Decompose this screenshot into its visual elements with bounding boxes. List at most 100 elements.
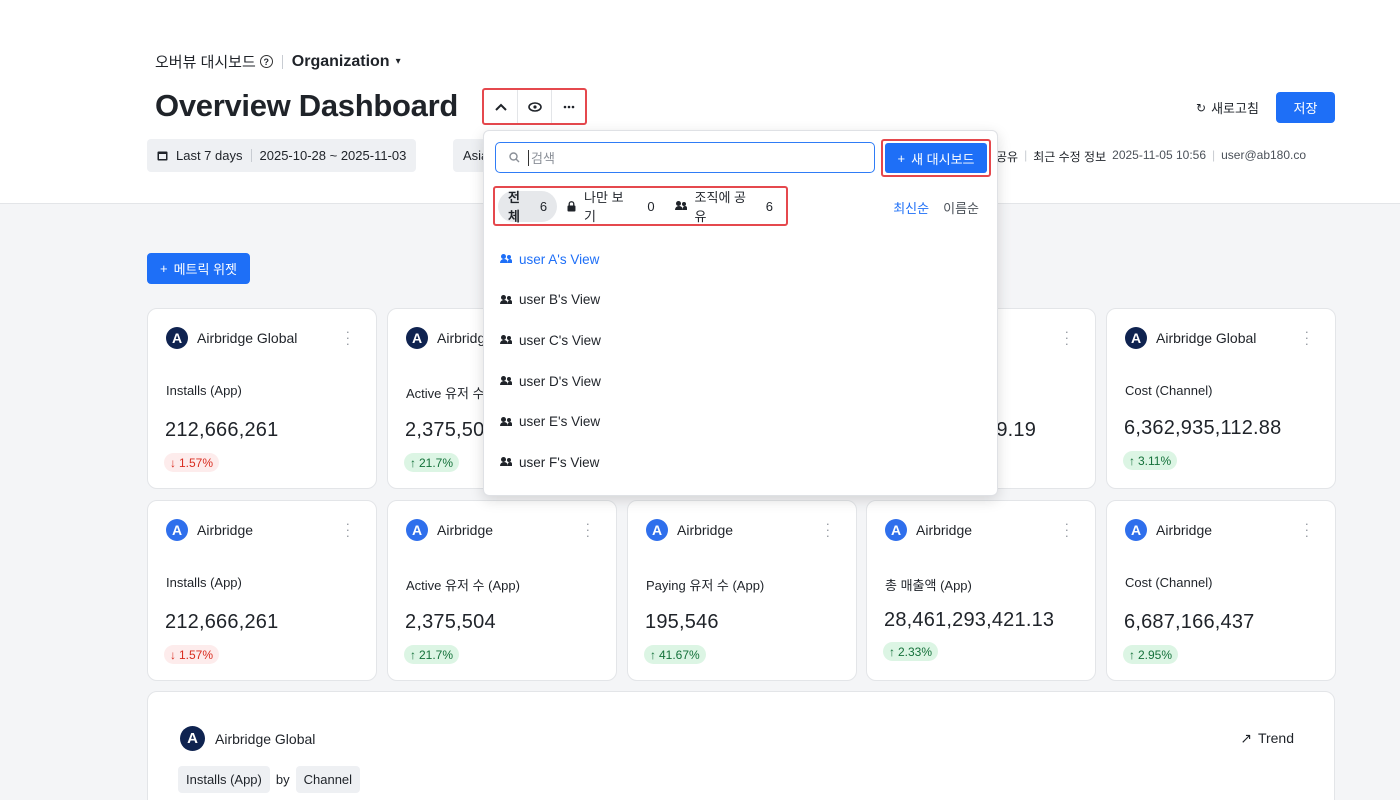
metric-card[interactable]: A Airbridge · · · Installs (App) 212,666,2… [147, 500, 377, 681]
card-header: A Airbridge Global [1125, 327, 1256, 349]
card-app-name: Airbridge [916, 522, 973, 538]
card-value: 212,666,261 [165, 419, 279, 441]
card-header: A Airbridge Global [180, 726, 315, 751]
tab-count: 6 [765, 198, 773, 214]
card-value: 195,546 [645, 611, 719, 633]
airbridge-logo-icon: A [406, 327, 428, 349]
card-app-name: Airbridg [437, 330, 486, 346]
new-dashboard-button[interactable]: + 새 대시보드 [885, 143, 987, 173]
title-actions [482, 88, 587, 125]
more-vertical-icon[interactable]: · · · [586, 517, 590, 542]
metric-card[interactable]: A Airbridge · · · Cost (Channel) 6,687,166… [1106, 500, 1336, 681]
collapse-button[interactable] [484, 90, 517, 123]
tab-all[interactable]: 전체 6 [498, 190, 558, 224]
list-item[interactable]: user E's View [500, 401, 980, 442]
metric-card[interactable]: A Airbridge · · · Active 유저 수 (App) 2,375,… [387, 500, 617, 681]
card-app-name: Airbridge [197, 522, 254, 538]
change-badge: ↑ 2.33% [883, 642, 939, 661]
view-name: user B's View [519, 292, 601, 308]
sort-name[interactable]: 이름순 [943, 198, 979, 217]
chevron-down-icon[interactable]: ▾ [396, 56, 401, 67]
more-vertical-icon[interactable]: · · · [1305, 517, 1309, 542]
change-badge: ↓ 1.57% [164, 645, 220, 664]
change-value: 2.33% [898, 644, 933, 659]
tab-label: 조직에 공유 [694, 190, 746, 224]
more-vertical-icon[interactable]: · · · [346, 517, 350, 542]
plus-icon: + [897, 150, 906, 166]
metric-card[interactable]: A Airbridge · · · Paying 유저 수 (App) 195,54… [627, 500, 857, 681]
card-app-name: Airbridge [1156, 522, 1213, 538]
dashboard-list-popover: 검색 + 새 대시보드 전체 6 나만 보기 0 조직에 공유 6 최신순 이름… [483, 130, 998, 496]
change-value: 21.7% [419, 455, 454, 470]
trend-card[interactable]: A Airbridge Global ↗ Trend Installs (App… [147, 691, 1335, 800]
list-item[interactable]: user F's View [500, 442, 980, 483]
new-dashboard-highlight: + 새 대시보드 [881, 139, 991, 177]
list-item[interactable]: user B's View [500, 280, 980, 321]
search-input[interactable]: 검색 [495, 142, 875, 173]
change-value: 21.7% [419, 647, 454, 662]
card-app-name: Airbridge Global [197, 330, 298, 346]
list-item[interactable]: user A's View [500, 239, 980, 280]
search-placeholder: 검색 [531, 151, 555, 166]
question-circle-icon[interactable]: ? [259, 55, 273, 68]
view-name: user C's View [519, 332, 601, 348]
divider: | [1024, 148, 1028, 162]
date-range-dates: 2025-10-28 ~ 2025-11-03 [259, 148, 407, 163]
card-app-name: Airbridge Global [1156, 330, 1257, 346]
card-header: A Airbridg [406, 327, 485, 349]
page-title: Overview Dashboard [155, 88, 458, 123]
change-badge: ↑ 3.11% [1123, 451, 1178, 470]
card-metric-name: Cost (Channel) [1125, 383, 1213, 398]
arrow-up-icon: ↑ [889, 644, 895, 659]
card-metric-name: Active 유저 수 [406, 386, 485, 401]
people-icon [500, 294, 512, 305]
view-button[interactable] [517, 90, 551, 123]
change-value: 3.11% [1138, 453, 1172, 468]
divider [281, 54, 283, 69]
sort-recent[interactable]: 최신순 [893, 198, 929, 217]
more-vertical-icon[interactable]: · · · [346, 325, 350, 350]
card-metric-name: 총 매출액 (App) [885, 578, 972, 593]
org-selector[interactable]: Organization [292, 53, 390, 71]
arrow-up-icon: ↑ [1129, 453, 1135, 468]
date-range-filter[interactable]: Last 7 days 2025-10-28 ~ 2025-11-03 [147, 139, 417, 172]
tab-private[interactable]: 나만 보기 0 [557, 190, 665, 224]
trend-arrow-icon: ↗ [1240, 730, 1252, 746]
list-item[interactable]: user C's View [500, 320, 980, 361]
airbridge-logo-icon: A [646, 519, 668, 541]
people-icon [500, 376, 512, 386]
airbridge-logo-icon: A [166, 327, 188, 349]
list-item[interactable]: user D's View [500, 361, 980, 402]
trend-text: Trend [1257, 730, 1294, 746]
divider: | [1212, 148, 1216, 162]
sort-options: 최신순 이름순 [893, 198, 979, 217]
tab-shared[interactable]: 조직에 공유 6 [665, 190, 783, 224]
arrow-up-icon: ↑ [1129, 647, 1135, 662]
breadcrumb-title: 오버뷰 대시보드 [155, 54, 256, 71]
more-vertical-icon[interactable]: · · · [826, 517, 830, 542]
refresh-icon: ↻ [1196, 100, 1207, 115]
metric-card[interactable]: A Airbridge Global · · · Installs (App) 21… [147, 308, 377, 489]
metric-card[interactable]: A Airbridge Global · · · Cost (Channel) 6,… [1106, 308, 1336, 489]
card-metric-name: Paying 유저 수 (App) [646, 578, 765, 593]
new-dashboard-label: 새 대시보드 [911, 151, 975, 167]
arrow-up-icon: ↑ [650, 647, 656, 662]
card-header: A Airbridge [406, 519, 493, 541]
airbridge-logo-icon: A [885, 519, 907, 541]
more-vertical-icon[interactable]: · · · [1305, 325, 1309, 350]
refresh-button[interactable]: ↻ 새로고침 [1196, 98, 1259, 117]
lock-icon [567, 200, 576, 211]
more-vertical-icon[interactable]: · · · [1065, 517, 1069, 542]
more-button[interactable] [551, 90, 585, 123]
add-metric-widget-button[interactable]: + 메트릭 위젯 [147, 253, 250, 284]
arrow-up-icon: ↑ [410, 647, 416, 662]
dashboard-meta: l 공유 | 최근 수정 정보 2025-11-05 10:56 | user@… [990, 148, 1306, 165]
chevron-up-icon [494, 103, 507, 111]
metric-card[interactable]: A Airbridge · · · 총 매출액 (App) 28,461,293,4… [866, 500, 1096, 681]
dashboard-view-list: user A's View user B's View user C's Vie… [500, 239, 980, 483]
more-vertical-icon[interactable]: · · · [1065, 325, 1069, 350]
save-button[interactable]: 저장 [1276, 92, 1335, 123]
change-value: 2.95% [1138, 647, 1173, 662]
arrow-up-icon: ↑ [410, 455, 416, 470]
breadcrumb: 오버뷰 대시보드 ? Organization ▾ [155, 51, 401, 72]
